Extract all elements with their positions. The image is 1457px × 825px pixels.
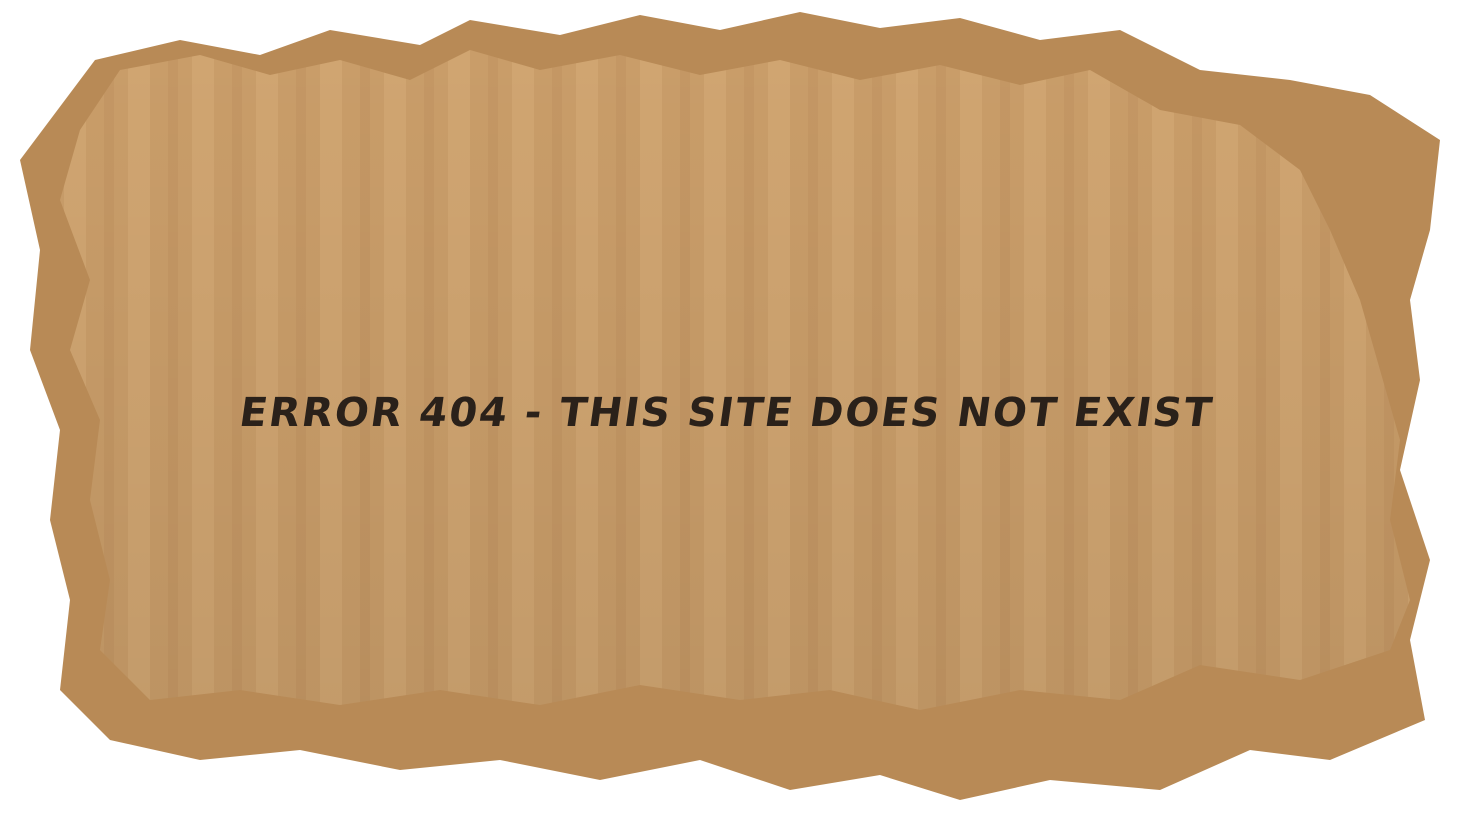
error-404-page: ERROR 404 - THIS SITE DOES NOT EXIST — [0, 0, 1457, 825]
error-message: ERROR 404 - THIS SITE DOES NOT EXIST — [236, 390, 1217, 436]
